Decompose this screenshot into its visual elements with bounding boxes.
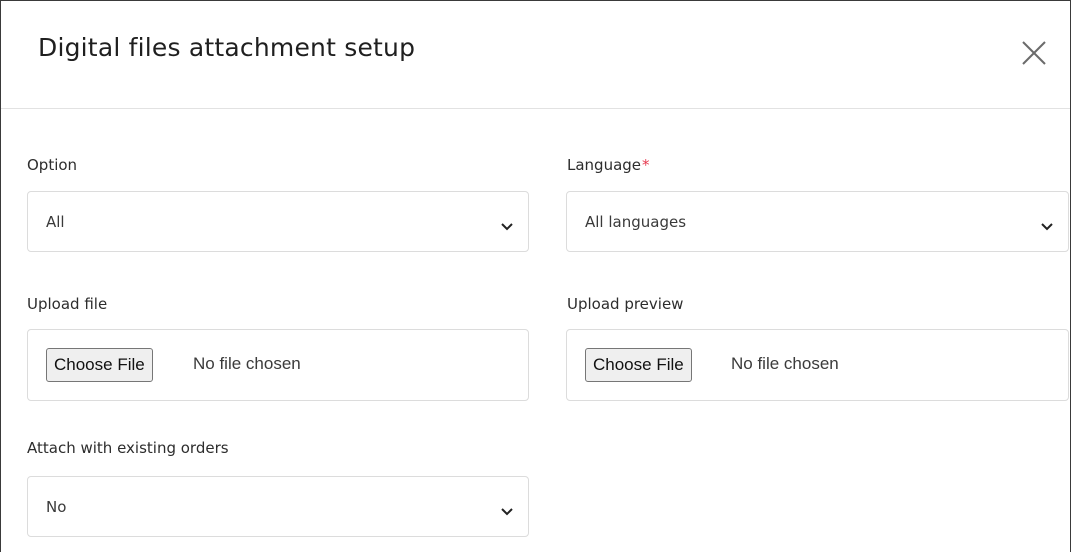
chevron-down-icon xyxy=(1041,216,1053,235)
option-label: Option xyxy=(27,156,78,174)
language-select[interactable]: All languages xyxy=(566,191,1069,252)
upload-preview-label: Upload preview xyxy=(567,295,684,313)
preview-status: No file chosen xyxy=(731,354,839,373)
upload-file-input: Choose File No file chosen xyxy=(27,329,529,401)
attach-existing-select-value: No xyxy=(46,498,67,516)
attach-existing-select[interactable]: No xyxy=(27,476,529,537)
close-icon[interactable] xyxy=(1019,38,1049,68)
required-mark: * xyxy=(642,156,650,174)
upload-file-label: Upload file xyxy=(27,295,108,313)
upload-preview-input: Choose File No file chosen xyxy=(566,329,1069,401)
option-select[interactable]: All xyxy=(27,191,529,252)
choose-file-button[interactable]: Choose File xyxy=(46,348,153,382)
dialog-header: Digital files attachment setup xyxy=(1,1,1070,109)
chevron-down-icon xyxy=(501,216,513,235)
language-label: Language* xyxy=(567,156,650,174)
chevron-down-icon xyxy=(501,501,513,520)
language-select-value: All languages xyxy=(585,213,687,231)
file-status: No file chosen xyxy=(193,354,301,373)
option-select-value: All xyxy=(46,213,65,231)
dialog-title: Digital files attachment setup xyxy=(38,33,416,62)
digital-files-dialog: Digital files attachment setup Option Al… xyxy=(0,0,1071,552)
choose-preview-button[interactable]: Choose File xyxy=(585,348,692,382)
attach-existing-label: Attach with existing orders xyxy=(27,439,229,457)
